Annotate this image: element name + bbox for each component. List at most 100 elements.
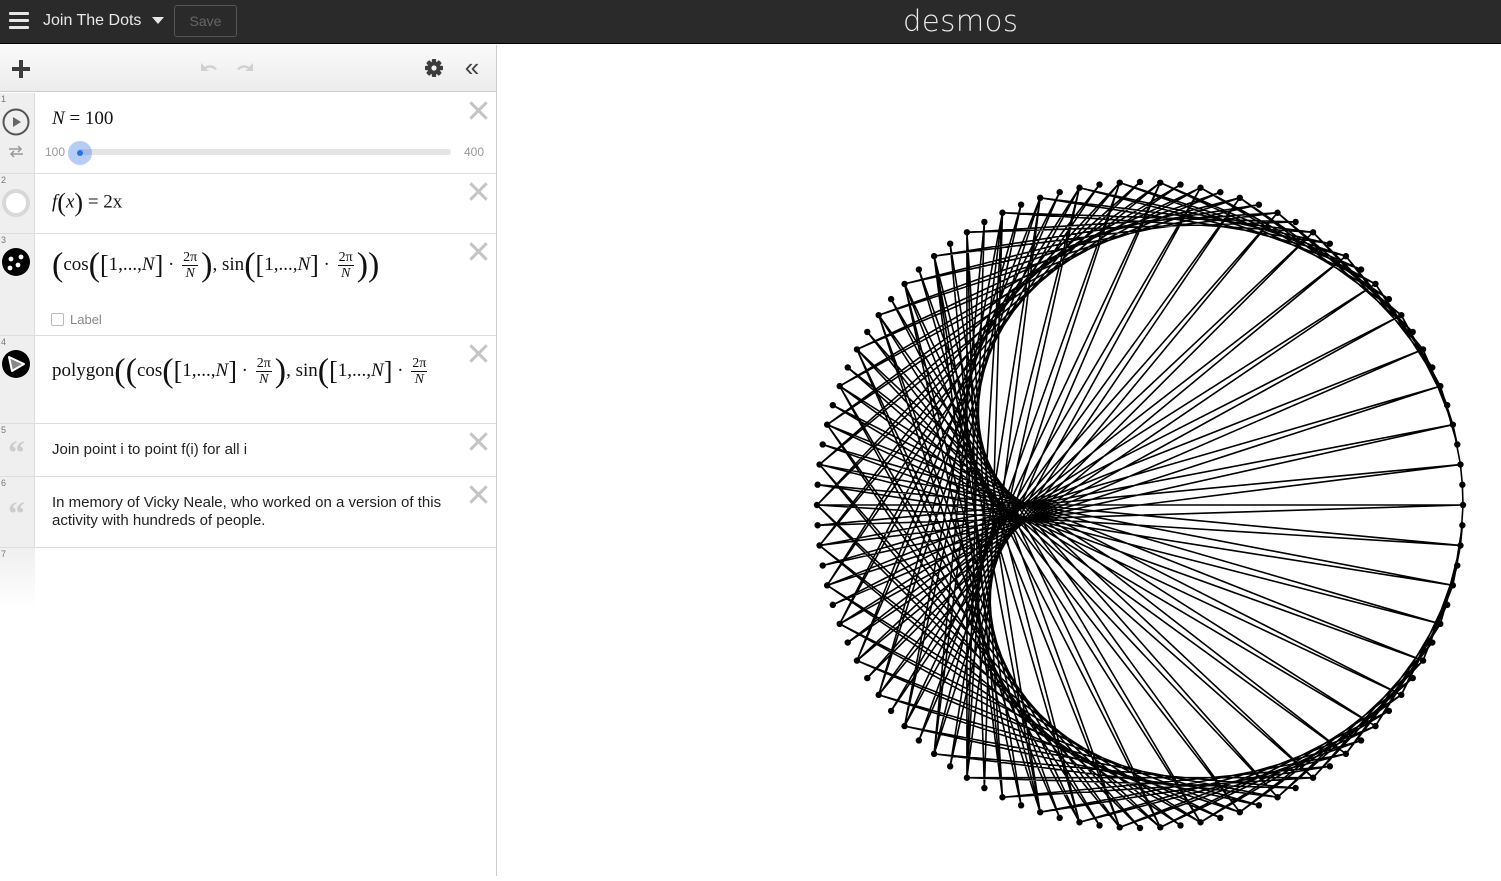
graph-point[interactable]: [836, 382, 843, 390]
graph-point[interactable]: [915, 737, 923, 744]
delete-expression-icon[interactable]: [468, 431, 488, 451]
expression-row-slider[interactable]: 1 N = 100 100 400: [0, 93, 496, 174]
graph-point[interactable]: [1419, 346, 1427, 353]
graph-point[interactable]: [1036, 194, 1044, 202]
graph-point[interactable]: [816, 461, 823, 468]
graph-point[interactable]: [1342, 750, 1350, 758]
graph-title[interactable]: Join The Dots: [43, 12, 141, 30]
graph-point[interactable]: [1197, 819, 1204, 826]
note-text[interactable]: In memory of Vicky Neale, who worked on …: [52, 494, 452, 530]
delete-expression-icon[interactable]: [468, 484, 488, 504]
graph-point[interactable]: [864, 674, 871, 682]
graph-point[interactable]: [1217, 814, 1224, 822]
graph-point[interactable]: [1056, 188, 1063, 196]
graph-point[interactable]: [829, 601, 837, 609]
graph-point[interactable]: [844, 364, 851, 371]
graph-point[interactable]: [1036, 808, 1044, 816]
slider-handle-dot[interactable]: [77, 150, 83, 156]
label-checkbox[interactable]: [51, 313, 64, 326]
graph-point[interactable]: [1292, 784, 1299, 792]
graph-point[interactable]: [963, 229, 971, 236]
graph-point[interactable]: [1157, 824, 1164, 831]
graph-point[interactable]: [1459, 501, 1467, 509]
graph-point[interactable]: [1274, 209, 1281, 216]
graph-point[interactable]: [930, 252, 938, 260]
graph-point[interactable]: [1419, 657, 1427, 664]
graph-point[interactable]: [1136, 178, 1144, 186]
graph-point[interactable]: [836, 620, 843, 628]
points-icon[interactable]: [1, 247, 31, 277]
graph-point[interactable]: [999, 209, 1006, 216]
graph-point[interactable]: [864, 328, 871, 336]
graph-point[interactable]: [1459, 522, 1466, 529]
graph-point[interactable]: [1177, 822, 1184, 829]
graph-point[interactable]: [1372, 280, 1379, 288]
graph-point[interactable]: [1357, 266, 1365, 273]
graph-point[interactable]: [1342, 252, 1350, 260]
graph-point[interactable]: [1017, 201, 1025, 208]
double-chevron-left-icon[interactable]: «: [460, 53, 484, 81]
plus-icon[interactable]: [9, 57, 33, 81]
graph-point[interactable]: [814, 481, 821, 488]
graph-point[interactable]: [819, 441, 826, 448]
graph-point[interactable]: [853, 657, 861, 664]
graph-point[interactable]: [946, 763, 954, 770]
graph-point[interactable]: [1326, 763, 1334, 770]
graph-point[interactable]: [1429, 639, 1436, 646]
gear-icon[interactable]: [423, 57, 445, 79]
expression-row-function[interactable]: 2 f(x) = 2x: [0, 174, 496, 234]
graph-point[interactable]: [1385, 707, 1393, 715]
graph-point[interactable]: [1372, 722, 1379, 730]
graph-point[interactable]: [1217, 188, 1224, 196]
slider-expression[interactable]: N = 100: [52, 108, 113, 130]
graph-point[interactable]: [1096, 822, 1103, 829]
polygon-shape[interactable]: [816, 181, 1464, 829]
expression-row-polygon[interactable]: 4 polygon((cos([1,...,N] · 2π N), sin([1,…: [0, 336, 496, 424]
graph-point[interactable]: [1157, 179, 1164, 186]
graph-point[interactable]: [819, 562, 826, 569]
expression-row-points[interactable]: 3 (cos([1,...,N] · 2π N), sin([1,...,N] ·…: [0, 234, 496, 336]
graph-point[interactable]: [1457, 542, 1464, 549]
graph-point[interactable]: [1398, 311, 1405, 319]
delete-expression-icon[interactable]: [468, 343, 488, 363]
graph-point[interactable]: [887, 707, 895, 715]
graph-point[interactable]: [1236, 808, 1244, 816]
graph-point[interactable]: [1398, 691, 1405, 699]
play-icon[interactable]: [2, 108, 30, 136]
hamburger-menu-icon[interactable]: [9, 12, 29, 30]
graph-point[interactable]: [1409, 328, 1416, 336]
redo-icon[interactable]: [234, 57, 258, 81]
graph-point[interactable]: [1459, 481, 1466, 488]
graph-point[interactable]: [1116, 179, 1123, 186]
graph-point[interactable]: [1457, 461, 1464, 468]
graph-point[interactable]: [875, 311, 882, 319]
slider-max-label[interactable]: 400: [464, 145, 484, 159]
loop-icon[interactable]: [7, 144, 25, 158]
graph-point[interactable]: [1236, 194, 1244, 202]
polygon-expression[interactable]: polygon((cos([1,...,N] · 2π N), sin([1,..…: [52, 354, 430, 388]
graph-point[interactable]: [946, 240, 954, 247]
graph-point[interactable]: [853, 346, 861, 353]
graph-point[interactable]: [999, 794, 1006, 801]
graph-point[interactable]: [814, 522, 821, 529]
delete-expression-icon[interactable]: [468, 100, 488, 120]
delete-expression-icon[interactable]: [468, 241, 488, 261]
graph-canvas[interactable]: [497, 45, 1501, 876]
graph-point[interactable]: [1357, 737, 1365, 744]
graph-point[interactable]: [1136, 824, 1144, 832]
polygon-icon[interactable]: [1, 349, 31, 379]
save-button[interactable]: Save: [174, 5, 237, 37]
graph-point[interactable]: [1096, 181, 1103, 188]
graph-point[interactable]: [1309, 229, 1317, 236]
graph-point[interactable]: [1449, 582, 1457, 589]
graph-point[interactable]: [1177, 181, 1184, 188]
graph-point[interactable]: [963, 774, 971, 781]
graph-point[interactable]: [1437, 382, 1444, 390]
graph-point[interactable]: [1255, 802, 1263, 809]
graph-point[interactable]: [1076, 819, 1083, 826]
graph-point[interactable]: [1197, 184, 1204, 191]
graph-point[interactable]: [981, 784, 988, 792]
graph-point[interactable]: [1309, 774, 1317, 781]
graph-point[interactable]: [901, 280, 908, 288]
slider-track[interactable]: [78, 149, 451, 155]
